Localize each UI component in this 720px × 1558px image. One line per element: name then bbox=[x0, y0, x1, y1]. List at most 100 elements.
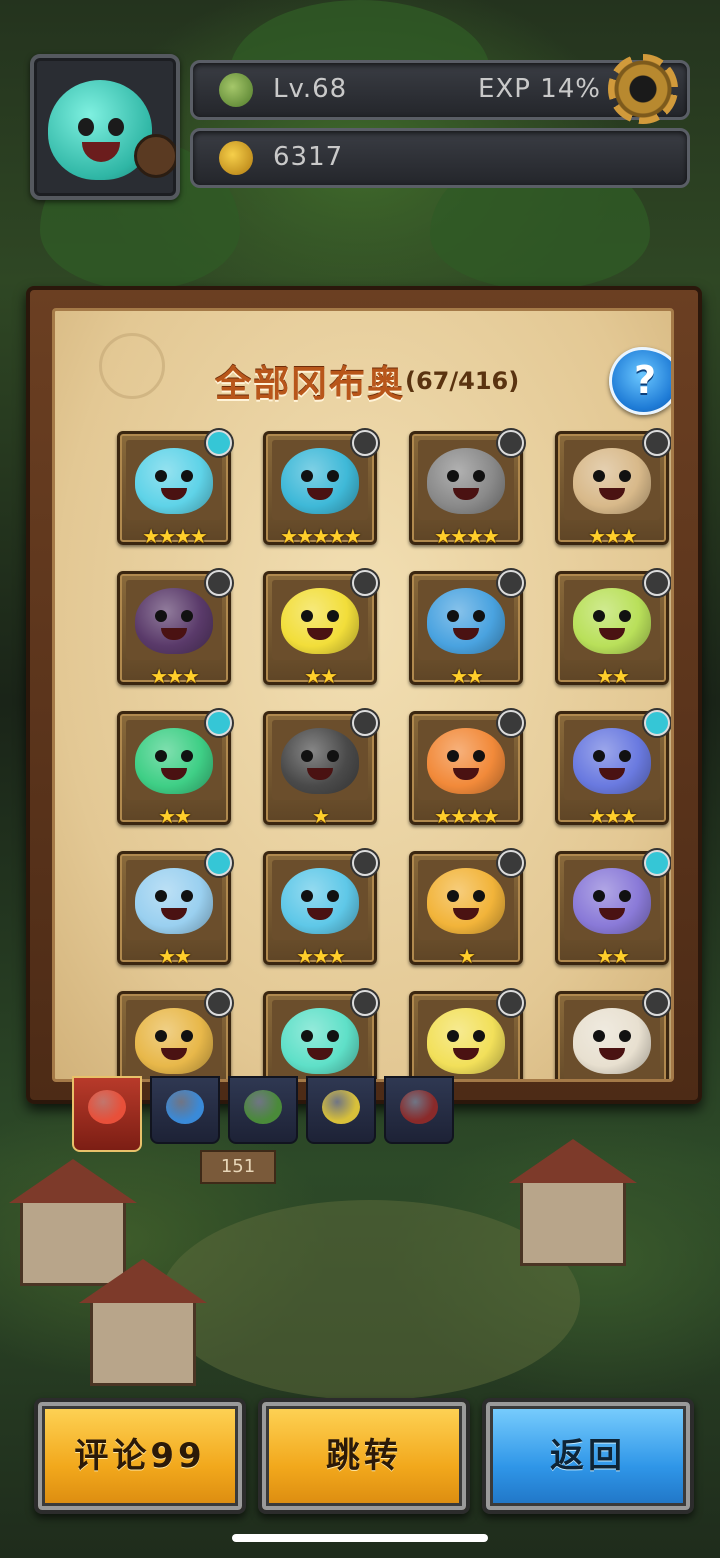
monster-card[interactable]: ★ bbox=[263, 710, 378, 828]
monster-portrait bbox=[573, 1008, 651, 1074]
monster-portrait bbox=[281, 728, 359, 794]
monster-card[interactable] bbox=[117, 990, 232, 1079]
monster-card[interactable] bbox=[555, 990, 670, 1079]
monster-portrait bbox=[135, 588, 213, 654]
monster-eye bbox=[619, 610, 631, 622]
monster-portrait bbox=[573, 868, 651, 934]
comment-button[interactable]: 评论99 bbox=[34, 1398, 246, 1514]
element-badge-icon bbox=[498, 850, 524, 876]
monster-eye bbox=[473, 470, 485, 482]
monster-portrait bbox=[135, 1008, 213, 1074]
star-rating: ★★ bbox=[450, 664, 484, 688]
level-icon bbox=[219, 73, 253, 107]
monster-portrait bbox=[135, 448, 213, 514]
gold-amount: 6317 bbox=[273, 142, 344, 172]
monster-eye bbox=[447, 890, 459, 902]
category-tab[interactable] bbox=[150, 1076, 220, 1144]
monster-eye bbox=[181, 470, 193, 482]
monster-mouth bbox=[453, 488, 479, 500]
monster-card[interactable] bbox=[263, 990, 378, 1079]
element-badge-icon bbox=[206, 430, 232, 456]
avatar-eye bbox=[78, 118, 94, 136]
element-badge-icon bbox=[352, 710, 378, 736]
home-indicator[interactable] bbox=[232, 1534, 488, 1542]
monster-mouth bbox=[599, 628, 625, 640]
monster-card[interactable]: ★★ bbox=[117, 850, 232, 968]
monster-portrait bbox=[573, 728, 651, 794]
back-button[interactable]: 返回 bbox=[482, 1398, 694, 1514]
element-badge-icon bbox=[352, 990, 378, 1016]
monster-portrait bbox=[573, 588, 651, 654]
star-rating: ★★★★ bbox=[434, 804, 500, 828]
monster-card[interactable]: ★★★ bbox=[117, 570, 232, 688]
monster-card[interactable] bbox=[409, 990, 524, 1079]
monster-card[interactable]: ★★ bbox=[117, 710, 232, 828]
monster-mouth bbox=[599, 1048, 625, 1060]
settings-gear-icon[interactable] bbox=[608, 54, 678, 124]
monster-eye bbox=[447, 610, 459, 622]
category-tab[interactable] bbox=[72, 1076, 142, 1152]
monster-mouth bbox=[161, 1048, 187, 1060]
monster-eye bbox=[447, 470, 459, 482]
monster-eye bbox=[593, 1030, 605, 1042]
monster-mouth bbox=[161, 628, 187, 640]
monster-eye bbox=[155, 610, 167, 622]
monster-card[interactable]: ★★★★ bbox=[409, 710, 524, 828]
element-badge-icon bbox=[206, 710, 232, 736]
star-rating: ★★ bbox=[596, 664, 630, 688]
monster-mouth bbox=[307, 1048, 333, 1060]
monster-portrait bbox=[427, 728, 505, 794]
monster-portrait bbox=[427, 1008, 505, 1074]
monster-eye bbox=[593, 470, 605, 482]
help-button[interactable]: ? bbox=[609, 347, 671, 415]
monster-mouth bbox=[307, 768, 333, 780]
monster-eye bbox=[593, 610, 605, 622]
element-badge-icon bbox=[498, 710, 524, 736]
monster-eye bbox=[619, 890, 631, 902]
monster-mouth bbox=[161, 488, 187, 500]
monster-eye bbox=[447, 750, 459, 762]
monster-eye bbox=[155, 470, 167, 482]
star-rating: ★★★★ bbox=[434, 524, 500, 548]
monster-card[interactable]: ★★★★ bbox=[117, 430, 232, 548]
monster-eye bbox=[181, 1030, 193, 1042]
category-tab[interactable] bbox=[228, 1076, 298, 1144]
exp-text: EXP 14% bbox=[478, 74, 601, 104]
category-monster-icon bbox=[166, 1090, 204, 1124]
element-badge-icon bbox=[498, 990, 524, 1016]
monster-card[interactable]: ★★ bbox=[555, 850, 670, 968]
monster-mouth bbox=[453, 768, 479, 780]
monster-eye bbox=[619, 750, 631, 762]
star-rating: ★★★ bbox=[588, 804, 638, 828]
category-tab[interactable] bbox=[384, 1076, 454, 1144]
monster-card[interactable]: ★★ bbox=[555, 570, 670, 688]
monster-mouth bbox=[161, 768, 187, 780]
monster-eye bbox=[181, 750, 193, 762]
jump-button[interactable]: 跳转 bbox=[258, 1398, 470, 1514]
monster-eye bbox=[473, 1030, 485, 1042]
monster-mouth bbox=[307, 488, 333, 500]
star-rating: ★★ bbox=[158, 944, 192, 968]
monster-card[interactable]: ★ bbox=[409, 850, 524, 968]
monster-mouth bbox=[453, 628, 479, 640]
element-badge-icon bbox=[644, 990, 670, 1016]
category-monster-icon bbox=[244, 1090, 282, 1124]
monster-eye bbox=[593, 750, 605, 762]
monster-card[interactable]: ★★ bbox=[263, 570, 378, 688]
avatar-mouth bbox=[82, 142, 120, 162]
monster-portrait bbox=[573, 448, 651, 514]
category-tab[interactable] bbox=[306, 1076, 376, 1144]
star-rating: ★★★ bbox=[296, 944, 346, 968]
monster-card[interactable]: ★★★★★ bbox=[263, 430, 378, 548]
category-monster-icon bbox=[400, 1090, 438, 1124]
monster-card[interactable]: ★★★ bbox=[555, 710, 670, 828]
monster-card[interactable]: ★★★ bbox=[555, 430, 670, 548]
monster-card[interactable]: ★★★ bbox=[263, 850, 378, 968]
monster-card[interactable]: ★★ bbox=[409, 570, 524, 688]
player-avatar[interactable] bbox=[30, 54, 180, 200]
monster-portrait bbox=[427, 868, 505, 934]
monster-eye bbox=[155, 890, 167, 902]
monster-card[interactable]: ★★★★ bbox=[409, 430, 524, 548]
element-badge-icon bbox=[644, 850, 670, 876]
element-badge-icon bbox=[206, 990, 232, 1016]
